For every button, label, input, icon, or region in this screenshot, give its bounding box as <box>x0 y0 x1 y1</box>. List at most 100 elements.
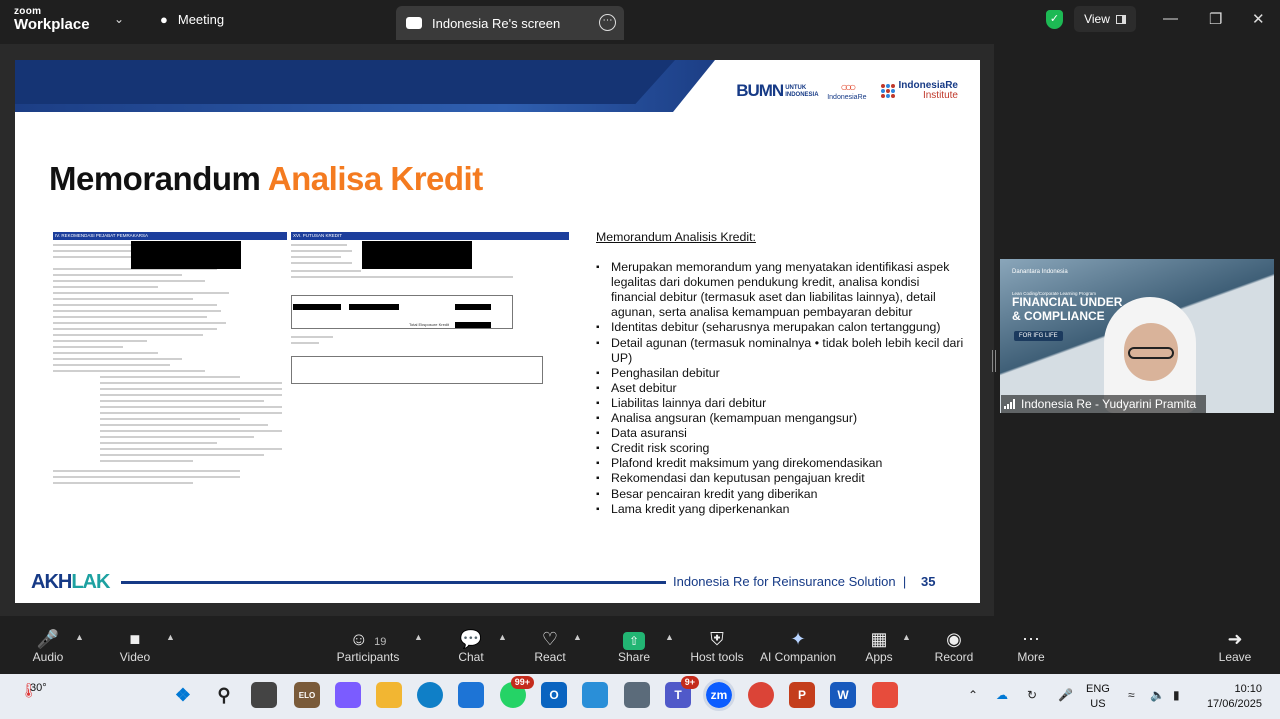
list-item: Analisa angsuran (kemampuan mengangsur) <box>596 411 966 426</box>
more-icon: ⋯ <box>1022 629 1040 649</box>
react-button[interactable]: ♡ React <box>534 628 565 664</box>
weather-widget[interactable]: 🌡 30° <box>20 682 47 699</box>
chat-caret-icon[interactable]: ▲ <box>498 632 507 642</box>
meeting-controls: 🎤 Audio ▲ ■ Video ▲ ☺ 19 Participants ▲ 💬… <box>0 616 1280 674</box>
view-layout-icon <box>1115 14 1126 24</box>
record-button[interactable]: ◉ Record <box>935 628 974 664</box>
shield-icon: ⛨ <box>710 629 724 649</box>
list-item: Detail agunan (termasuk nominalnya • tid… <box>596 336 966 366</box>
clock-time: 10:10 <box>1234 683 1262 695</box>
volume-icon[interactable]: 🔈 <box>1150 688 1165 702</box>
slide-title: Memorandum Analisa Kredit <box>49 160 483 198</box>
react-label: React <box>534 650 566 664</box>
whatsapp-badge: 99+ <box>510 676 534 689</box>
meeting-tab[interactable]: ● Meeting <box>160 12 224 27</box>
record-label: Record <box>934 650 974 664</box>
powerpoint-icon[interactable]: P <box>789 682 815 708</box>
page-number: 35 <box>921 574 936 589</box>
akhlak-part2: LAK <box>71 571 110 593</box>
video-headline-1: FINANCIAL UNDER <box>1012 295 1123 309</box>
zoom-taskbar-icon[interactable]: zm <box>703 679 735 711</box>
restore-icon[interactable]: ❐ <box>1209 10 1222 28</box>
microphone-icon[interactable]: 🎤 <box>1058 688 1073 702</box>
video-headline-2: & COMPLIANCE <box>1012 309 1105 323</box>
system-clock[interactable]: 10:10 17/06/2025 <box>1200 682 1262 712</box>
screen-share-icon <box>406 17 422 29</box>
share-tab[interactable]: Indonesia Re's screen ⋯ <box>396 6 624 40</box>
view-label: View <box>1084 12 1110 26</box>
participants-caret-icon[interactable]: ▲ <box>414 632 423 642</box>
participants-count: 19 <box>374 636 387 648</box>
audio-options-caret-icon[interactable]: ▲ <box>75 632 84 642</box>
list-item: Data asuransi <box>596 426 966 441</box>
share-button[interactable]: ⇧ Share <box>618 628 650 664</box>
file-explorer-icon[interactable] <box>376 682 402 708</box>
onedrive-icon[interactable]: ☁ <box>996 688 1008 702</box>
leave-button[interactable]: ➜ Leave <box>1219 628 1252 664</box>
title-part1: Memorandum <box>49 160 261 197</box>
ai-companion-button[interactable]: ✦ AI Companion <box>760 628 836 664</box>
list-item: Rekomendasi dan keputusan pengajuan kred… <box>596 471 966 486</box>
splitter-handle[interactable] <box>992 350 996 372</box>
minimize-icon[interactable]: — <box>1163 10 1178 27</box>
chevron-down-icon[interactable]: ⌄ <box>114 12 124 26</box>
list-item: Liabilitas lainnya dari debitur <box>596 396 966 411</box>
video-options-caret-icon[interactable]: ▲ <box>166 632 175 642</box>
list-item: Penghasilan debitur <box>596 366 966 381</box>
store-icon[interactable] <box>458 682 484 708</box>
credit-decision-document: XVI. PUTUSAN KREDIT Total Eksposure Kred… <box>291 232 569 384</box>
calculator-icon[interactable] <box>582 682 608 708</box>
share-screen-icon: ⇧ <box>618 628 650 650</box>
outlook-icon[interactable]: O <box>541 682 567 708</box>
word-icon[interactable]: W <box>830 682 856 708</box>
wifi-icon[interactable]: ≈ <box>1128 688 1135 702</box>
chevron-up-icon[interactable]: ⌃ <box>968 688 978 702</box>
apps-caret-icon[interactable]: ▲ <box>902 632 911 642</box>
copilot-icon[interactable] <box>335 682 361 708</box>
whatsapp-icon[interactable]: 99+ <box>500 676 534 708</box>
video-label: Video <box>119 650 151 664</box>
search-icon[interactable]: ⚲ <box>211 682 237 708</box>
more-options-icon[interactable]: ⋯ <box>599 14 616 31</box>
credit-memo-document-1: IV. REKOMENDASI PEJABAT PEMRAKARSA <box>53 232 287 524</box>
elo-app-icon[interactable]: ELO <box>294 682 320 708</box>
battery-icon[interactable]: ▮ <box>1173 688 1180 702</box>
teams-badge: 9+ <box>680 676 699 689</box>
start-button[interactable]: ❖ <box>170 682 196 708</box>
slide-footer: AKHLAK Indonesia Re for Reinsurance Solu… <box>15 565 980 603</box>
doc2-total-label: Total Eksposure Kredit <box>409 322 450 327</box>
view-button[interactable]: View <box>1074 6 1136 32</box>
close-icon[interactable]: ✕ <box>1252 10 1265 28</box>
share-caret-icon[interactable]: ▲ <box>665 632 674 642</box>
list-item: Lama kredit yang diperkenankan <box>596 502 966 517</box>
chat-button[interactable]: 💬 Chat <box>458 628 483 664</box>
react-caret-icon[interactable]: ▲ <box>573 632 582 642</box>
windows-taskbar: 🌡 30° ❖ ⚲ ELO 99+ O T 9+ zm P W ⌃ ☁ ↻ 🎤 E… <box>0 674 1280 719</box>
host-tools-button[interactable]: ⛨ Host tools <box>690 628 743 664</box>
participant-video-tile[interactable]: Danantara Indonesia Lean Coding/Corporat… <box>1000 259 1274 413</box>
snipping-tool-icon[interactable] <box>872 682 898 708</box>
more-button[interactable]: ⋯ More <box>1017 628 1044 664</box>
microphone-muted-icon: 🎤 <box>36 629 60 649</box>
language-indicator[interactable]: ENG US <box>1086 682 1110 712</box>
participants-button[interactable]: ☺ 19 Participants <box>337 628 400 664</box>
teams-icon[interactable]: T 9+ <box>665 676 699 708</box>
security-shield-icon[interactable]: ✓ <box>1046 10 1063 29</box>
more-label: More <box>1017 650 1045 664</box>
elo-label: ELO <box>298 690 316 700</box>
chrome-icon[interactable] <box>748 682 774 708</box>
audio-button[interactable]: 🎤 Audio <box>33 628 64 664</box>
edge-icon[interactable] <box>417 682 443 708</box>
task-view-icon[interactable] <box>251 682 277 708</box>
video-button[interactable]: ■ Video <box>120 628 150 664</box>
host-tools-label: Host tools <box>690 650 744 664</box>
apps-button[interactable]: ▦ Apps <box>865 628 892 664</box>
slide-banner-dark <box>15 60 675 104</box>
leave-icon: ➜ <box>1227 629 1243 649</box>
bumn-logo: BUMN UNTUK INDONESIA <box>736 81 818 101</box>
sync-icon[interactable]: ↻ <box>1027 688 1037 702</box>
app-icon[interactable] <box>624 682 650 708</box>
title-bar: zoom Workplace ⌄ ● Meeting Indonesia Re'… <box>0 0 1280 44</box>
camera-off-icon: ■ <box>129 629 141 649</box>
ir-logo-text: IndonesiaRe <box>827 94 867 101</box>
